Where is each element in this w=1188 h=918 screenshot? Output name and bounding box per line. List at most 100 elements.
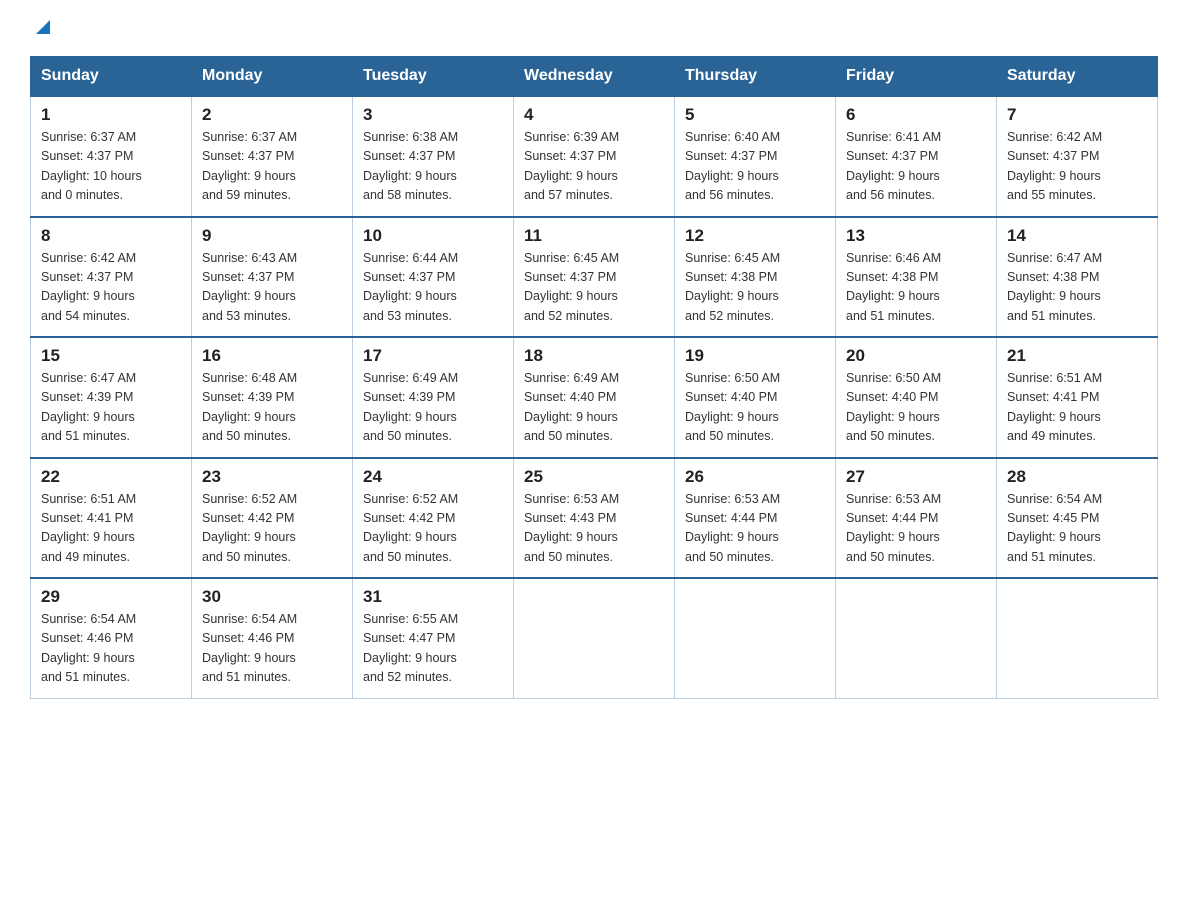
calendar-day-header: Monday [192, 57, 353, 97]
day-number: 5 [685, 105, 825, 125]
day-number: 7 [1007, 105, 1147, 125]
calendar-day-cell: 20 Sunrise: 6:50 AMSunset: 4:40 PMDayligh… [836, 337, 997, 458]
page: SundayMondayTuesdayWednesdayThursdayFrid… [0, 0, 1188, 729]
day-number: 1 [41, 105, 181, 125]
logo-arrow-icon [32, 16, 54, 38]
calendar-day-cell: 21 Sunrise: 6:51 AMSunset: 4:41 PMDayligh… [997, 337, 1158, 458]
calendar-table: SundayMondayTuesdayWednesdayThursdayFrid… [30, 56, 1158, 699]
calendar-day-cell: 26 Sunrise: 6:53 AMSunset: 4:44 PMDayligh… [675, 458, 836, 579]
calendar-day-header: Saturday [997, 57, 1158, 97]
calendar-day-cell: 18 Sunrise: 6:49 AMSunset: 4:40 PMDayligh… [514, 337, 675, 458]
day-number: 4 [524, 105, 664, 125]
day-number: 2 [202, 105, 342, 125]
day-number: 8 [41, 226, 181, 246]
day-info: Sunrise: 6:47 AMSunset: 4:38 PMDaylight:… [1007, 249, 1147, 327]
day-info: Sunrise: 6:47 AMSunset: 4:39 PMDaylight:… [41, 369, 181, 447]
day-info: Sunrise: 6:42 AMSunset: 4:37 PMDaylight:… [41, 249, 181, 327]
day-number: 24 [363, 467, 503, 487]
calendar-day-cell [675, 578, 836, 698]
calendar-day-header: Sunday [31, 57, 192, 97]
day-number: 6 [846, 105, 986, 125]
calendar-day-cell: 14 Sunrise: 6:47 AMSunset: 4:38 PMDayligh… [997, 217, 1158, 338]
day-info: Sunrise: 6:51 AMSunset: 4:41 PMDaylight:… [41, 490, 181, 568]
day-info: Sunrise: 6:53 AMSunset: 4:44 PMDaylight:… [846, 490, 986, 568]
day-info: Sunrise: 6:50 AMSunset: 4:40 PMDaylight:… [685, 369, 825, 447]
calendar-header-row: SundayMondayTuesdayWednesdayThursdayFrid… [31, 57, 1158, 97]
calendar-day-cell: 25 Sunrise: 6:53 AMSunset: 4:43 PMDayligh… [514, 458, 675, 579]
calendar-day-cell: 30Sunrise: 6:54 AMSunset: 4:46 PMDayligh… [192, 578, 353, 698]
day-info: Sunrise: 6:39 AMSunset: 4:37 PMDaylight:… [524, 128, 664, 206]
calendar-day-cell: 1 Sunrise: 6:37 AMSunset: 4:37 PMDaylight… [31, 96, 192, 217]
calendar-day-cell: 13 Sunrise: 6:46 AMSunset: 4:38 PMDayligh… [836, 217, 997, 338]
calendar-day-cell: 31 Sunrise: 6:55 AMSunset: 4:47 PMDayligh… [353, 578, 514, 698]
calendar-day-cell: 24Sunrise: 6:52 AMSunset: 4:42 PMDayligh… [353, 458, 514, 579]
day-number: 18 [524, 346, 664, 366]
calendar-day-header: Friday [836, 57, 997, 97]
day-number: 22 [41, 467, 181, 487]
day-info: Sunrise: 6:55 AMSunset: 4:47 PMDaylight:… [363, 610, 503, 688]
day-number: 23 [202, 467, 342, 487]
calendar-day-cell: 16 Sunrise: 6:48 AMSunset: 4:39 PMDayligh… [192, 337, 353, 458]
day-number: 11 [524, 226, 664, 246]
calendar-week-row: 8 Sunrise: 6:42 AMSunset: 4:37 PMDaylight… [31, 217, 1158, 338]
calendar-day-cell: 9 Sunrise: 6:43 AMSunset: 4:37 PMDaylight… [192, 217, 353, 338]
day-info: Sunrise: 6:52 AMSunset: 4:42 PMDaylight:… [202, 490, 342, 568]
calendar-week-row: 15 Sunrise: 6:47 AMSunset: 4:39 PMDayligh… [31, 337, 1158, 458]
day-number: 26 [685, 467, 825, 487]
day-number: 27 [846, 467, 986, 487]
day-number: 16 [202, 346, 342, 366]
day-number: 25 [524, 467, 664, 487]
day-number: 14 [1007, 226, 1147, 246]
calendar-week-row: 1 Sunrise: 6:37 AMSunset: 4:37 PMDaylight… [31, 96, 1158, 217]
day-number: 13 [846, 226, 986, 246]
day-info: Sunrise: 6:37 AMSunset: 4:37 PMDaylight:… [202, 128, 342, 206]
logo [30, 20, 54, 40]
calendar-day-cell: 11Sunrise: 6:45 AMSunset: 4:37 PMDayligh… [514, 217, 675, 338]
calendar-day-cell: 28Sunrise: 6:54 AMSunset: 4:45 PMDayligh… [997, 458, 1158, 579]
calendar-day-cell: 27 Sunrise: 6:53 AMSunset: 4:44 PMDayligh… [836, 458, 997, 579]
day-number: 20 [846, 346, 986, 366]
day-info: Sunrise: 6:50 AMSunset: 4:40 PMDaylight:… [846, 369, 986, 447]
day-info: Sunrise: 6:53 AMSunset: 4:44 PMDaylight:… [685, 490, 825, 568]
calendar-day-cell: 15 Sunrise: 6:47 AMSunset: 4:39 PMDayligh… [31, 337, 192, 458]
day-info: Sunrise: 6:51 AMSunset: 4:41 PMDaylight:… [1007, 369, 1147, 447]
day-info: Sunrise: 6:42 AMSunset: 4:37 PMDaylight:… [1007, 128, 1147, 206]
calendar-day-cell: 12 Sunrise: 6:45 AMSunset: 4:38 PMDayligh… [675, 217, 836, 338]
day-number: 9 [202, 226, 342, 246]
day-info: Sunrise: 6:46 AMSunset: 4:38 PMDaylight:… [846, 249, 986, 327]
day-number: 29 [41, 587, 181, 607]
calendar-day-cell [514, 578, 675, 698]
day-number: 17 [363, 346, 503, 366]
calendar-day-header: Tuesday [353, 57, 514, 97]
day-info: Sunrise: 6:48 AMSunset: 4:39 PMDaylight:… [202, 369, 342, 447]
calendar-day-cell: 10 Sunrise: 6:44 AMSunset: 4:37 PMDayligh… [353, 217, 514, 338]
day-info: Sunrise: 6:37 AMSunset: 4:37 PMDaylight:… [41, 128, 181, 206]
day-number: 10 [363, 226, 503, 246]
day-info: Sunrise: 6:43 AMSunset: 4:37 PMDaylight:… [202, 249, 342, 327]
calendar-day-cell: 2 Sunrise: 6:37 AMSunset: 4:37 PMDaylight… [192, 96, 353, 217]
day-info: Sunrise: 6:53 AMSunset: 4:43 PMDaylight:… [524, 490, 664, 568]
day-info: Sunrise: 6:44 AMSunset: 4:37 PMDaylight:… [363, 249, 503, 327]
day-info: Sunrise: 6:45 AMSunset: 4:38 PMDaylight:… [685, 249, 825, 327]
day-number: 30 [202, 587, 342, 607]
calendar-day-header: Thursday [675, 57, 836, 97]
calendar-day-cell: 17Sunrise: 6:49 AMSunset: 4:39 PMDayligh… [353, 337, 514, 458]
day-info: Sunrise: 6:41 AMSunset: 4:37 PMDaylight:… [846, 128, 986, 206]
day-number: 19 [685, 346, 825, 366]
day-number: 12 [685, 226, 825, 246]
day-info: Sunrise: 6:54 AMSunset: 4:45 PMDaylight:… [1007, 490, 1147, 568]
calendar-week-row: 29 Sunrise: 6:54 AMSunset: 4:46 PMDayligh… [31, 578, 1158, 698]
day-info: Sunrise: 6:49 AMSunset: 4:40 PMDaylight:… [524, 369, 664, 447]
calendar-day-cell [997, 578, 1158, 698]
calendar-day-cell: 19 Sunrise: 6:50 AMSunset: 4:40 PMDayligh… [675, 337, 836, 458]
calendar-day-cell: 29 Sunrise: 6:54 AMSunset: 4:46 PMDayligh… [31, 578, 192, 698]
day-number: 21 [1007, 346, 1147, 366]
calendar-day-cell: 22 Sunrise: 6:51 AMSunset: 4:41 PMDayligh… [31, 458, 192, 579]
day-info: Sunrise: 6:54 AMSunset: 4:46 PMDaylight:… [41, 610, 181, 688]
logo-general-line [30, 20, 54, 38]
day-number: 3 [363, 105, 503, 125]
day-number: 31 [363, 587, 503, 607]
header [30, 20, 1158, 40]
calendar-day-cell: 6 Sunrise: 6:41 AMSunset: 4:37 PMDaylight… [836, 96, 997, 217]
day-number: 15 [41, 346, 181, 366]
